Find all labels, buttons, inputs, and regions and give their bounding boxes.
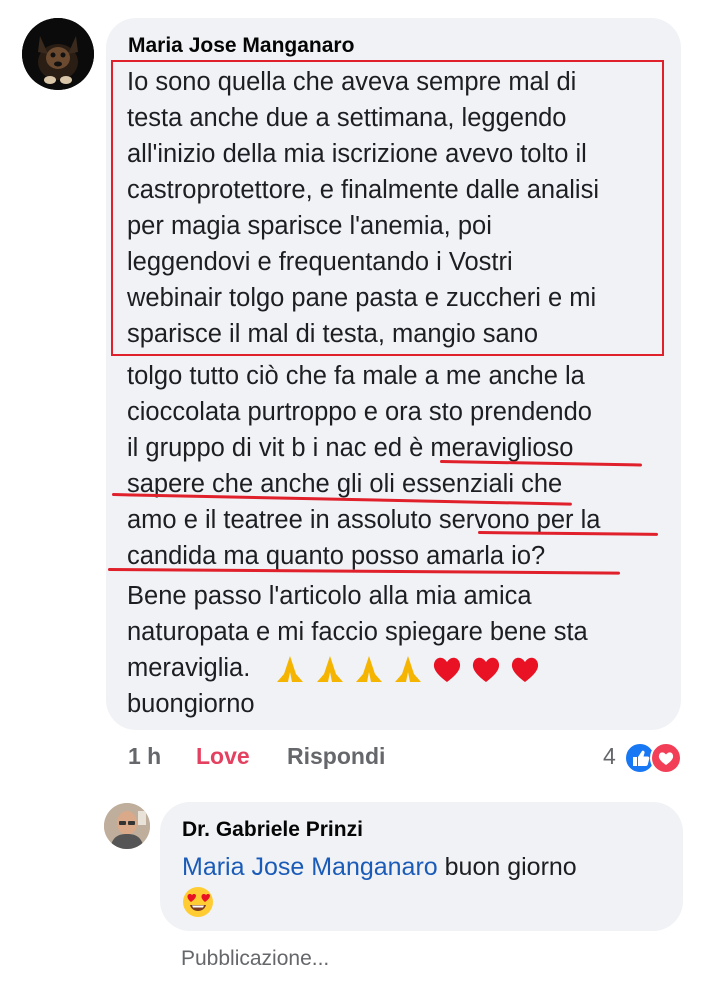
pray-icon <box>316 656 343 683</box>
comment-line: cioccolata purtroppo e ora sto prendendo <box>127 398 592 426</box>
comment-line: buongiorno <box>127 690 255 718</box>
comment-emoji-line: meraviglia. <box>127 650 541 686</box>
mention-link[interactable]: Maria Jose Manganaro <box>182 853 438 881</box>
comment-line: sparisce il mal di testa, mangio sano <box>127 320 539 348</box>
comment-line: Io sono quella che aveva sempre mal di <box>127 68 577 96</box>
dog-avatar-icon <box>22 18 94 90</box>
avatar[interactable] <box>22 18 94 90</box>
comment-author[interactable]: Maria Jose Manganaro <box>128 34 354 58</box>
reply-author[interactable]: Dr. Gabriele Prinzi <box>182 818 363 842</box>
heart-eyes-icon <box>183 887 213 918</box>
pray-icon <box>394 656 421 683</box>
heart-icon <box>511 657 539 683</box>
heart-icon <box>472 657 500 683</box>
heart-icon <box>433 657 460 683</box>
love-reaction-icon[interactable] <box>650 742 682 774</box>
publishing-status: Pubblicazione... <box>181 947 330 970</box>
comment-line: castroprotettore, e finalmente dalle ana… <box>127 176 600 204</box>
comment-line: all'inizio della mia iscrizione avevo to… <box>127 140 587 168</box>
comment-line: tolgo tutto ciò che fa male a me anche l… <box>127 362 585 390</box>
pray-icon <box>277 656 304 683</box>
reply-body: buon giorno <box>437 853 577 881</box>
comment-line: naturopata e mi faccio spiegare bene sta <box>127 618 588 646</box>
comment-line: per magia sparisce l'anemia, poi <box>127 212 492 240</box>
reply-button[interactable]: Rispondi <box>287 743 385 770</box>
person-avatar-icon <box>104 803 150 849</box>
comment-line: testa anche due a settimana, leggendo <box>127 104 567 132</box>
comment-time[interactable]: 1 h <box>128 743 161 770</box>
love-button[interactable]: Love <box>196 743 250 770</box>
comment-line: Bene passo l'articolo alla mia amica <box>127 582 532 610</box>
comment-line: webinair tolgo pane pasta e zuccheri e m… <box>127 284 597 312</box>
reply-text: Maria Jose Manganaro buon giorno <box>182 850 577 918</box>
pray-icon <box>355 656 382 683</box>
reaction-count[interactable]: 4 <box>603 743 616 770</box>
comment-line: meraviglia. <box>127 654 251 682</box>
comment-line: leggendovi e frequentando i Vostri <box>127 248 513 276</box>
avatar[interactable] <box>104 803 150 849</box>
